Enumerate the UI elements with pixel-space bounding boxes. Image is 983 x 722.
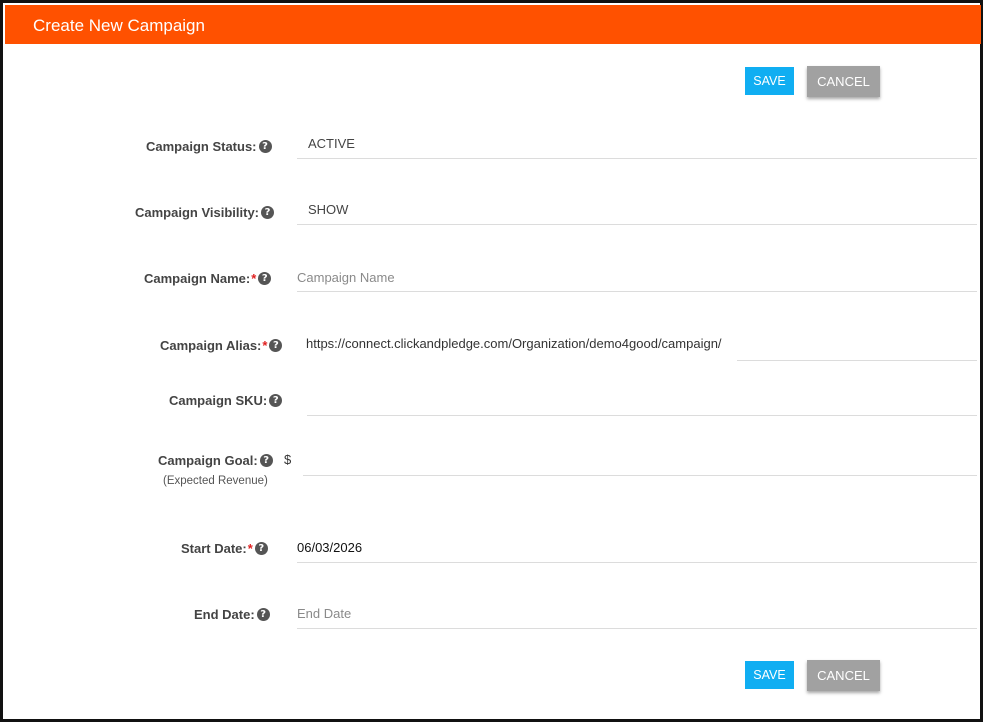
help-icon[interactable]: ? [258, 140, 272, 153]
help-icon[interactable]: ? [258, 272, 272, 285]
campaign-goal-input[interactable] [303, 440, 977, 476]
campaign-name-label: Campaign Name: * ? [144, 271, 272, 286]
campaign-name-input[interactable]: Campaign Name [297, 256, 977, 292]
end-date-input[interactable]: End Date [297, 593, 977, 629]
campaign-alias-label: Campaign Alias: * ? [160, 338, 283, 353]
campaign-status-select[interactable]: ACTIVE [297, 123, 977, 159]
campaign-sku-label: Campaign SKU: ? [169, 393, 283, 408]
help-icon[interactable]: ? [269, 394, 283, 407]
help-icon[interactable]: ? [269, 339, 283, 352]
end-date-placeholder: End Date [297, 606, 352, 621]
dialog-header: Create New Campaign [5, 5, 981, 44]
cancel-button-top[interactable]: CANCEL [807, 66, 880, 97]
save-button-top[interactable]: SAVE [745, 67, 794, 95]
campaign-visibility-label: Campaign Visibility: ? [135, 205, 275, 220]
help-icon[interactable]: ? [261, 206, 275, 219]
required-marker: * [262, 338, 268, 353]
campaign-status-value: ACTIVE [308, 136, 355, 151]
help-icon[interactable]: ? [254, 542, 268, 555]
campaign-alias-input[interactable] [737, 325, 977, 361]
campaign-dialog: Create New Campaign SAVE CANCEL Campaign… [0, 0, 983, 722]
required-marker: * [247, 541, 253, 556]
campaign-alias-prefix: https://connect.clickandpledge.com/Organ… [306, 336, 722, 351]
campaign-goal-label: Campaign Goal: ? [158, 453, 273, 468]
campaign-goal-sublabel: (Expected Revenue) [163, 475, 268, 487]
end-date-label: End Date: ? [194, 607, 270, 622]
help-icon[interactable]: ? [256, 608, 270, 621]
start-date-value: 06/03/2026 [297, 540, 363, 555]
campaign-visibility-select[interactable]: SHOW [297, 189, 977, 225]
cancel-button-bottom[interactable]: CANCEL [807, 660, 880, 691]
campaign-name-placeholder: Campaign Name [297, 270, 395, 285]
start-date-input[interactable]: 06/03/2026 [297, 527, 977, 563]
help-icon[interactable]: ? [259, 454, 273, 467]
required-marker: * [251, 271, 257, 286]
campaign-status-label: Campaign Status: ? [146, 139, 272, 154]
campaign-visibility-value: SHOW [308, 202, 349, 217]
save-button-bottom[interactable]: SAVE [745, 661, 794, 689]
campaign-sku-input[interactable] [307, 380, 977, 416]
currency-symbol: $ [284, 452, 292, 467]
dialog-title: Create New Campaign [33, 16, 205, 35]
start-date-label: Start Date: * ? [181, 541, 268, 556]
